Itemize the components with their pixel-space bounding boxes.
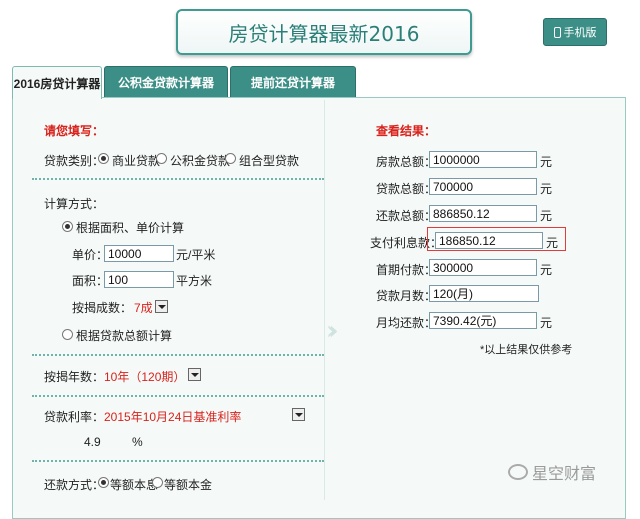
result-unit: 元 [540,263,553,277]
chevron-right-icon: ›› [326,316,338,346]
column-divider [324,100,325,500]
repay-equal-installment: 等额本息 [110,478,159,492]
result-unit: 元 [540,155,553,169]
result-loan-total[interactable]: 700000 [429,178,537,195]
watermark: 星空财富 [508,460,596,484]
result-note: *以上结果仅供参考 [480,344,573,356]
result-label-monthly: 月均还款： [376,316,437,330]
area-unit: 平方米 [176,274,213,288]
rate-value: 2015年10月24日基准利率 [104,410,242,424]
loan-type-provident: 公积金贷款 [170,154,231,168]
result-label-down-payment: 首期付款： [376,263,437,277]
tab-prepayment[interactable]: 提前还贷计算器 [230,66,356,97]
interest-highlight-box [427,227,566,251]
phone-icon [553,26,561,38]
input-section-title: 请您填写： [44,124,105,138]
result-label-months: 贷款月数： [376,289,437,303]
method-area-label: 根据面积、单价计算 [76,221,185,235]
ratio-dropdown[interactable] [155,300,168,313]
ratio-value: 7成 [134,301,153,315]
divider [32,460,324,462]
radio-equal-installment[interactable] [98,477,109,488]
loan-type-combined: 组合型贷款 [239,154,300,168]
result-down-payment[interactable]: 300000 [429,259,537,276]
radio-method-area[interactable] [62,221,73,232]
result-unit: 元 [540,316,553,330]
result-monthly[interactable]: 7390.42(元) [429,312,537,329]
unit-price-unit: 元/平米 [176,248,216,262]
area-input[interactable]: 100 [104,271,174,288]
years-value: 10年（120期） [104,370,186,384]
years-label: 按揭年数： [44,370,105,384]
tab-label: 2016房贷计算器 [13,76,101,91]
app-title-box: 房贷计算器最新2016 [176,9,472,55]
app-title: 房贷计算器最新2016 [228,21,420,46]
result-section-title: 查看结果： [376,124,437,138]
mobile-version-label: 手机版 [563,27,597,39]
rate-dropdown[interactable] [292,408,305,421]
radio-commercial-loan[interactable] [98,153,109,164]
result-unit: 元 [540,182,553,196]
radio-method-total[interactable] [62,329,73,340]
method-total-label: 根据贷款总额计算 [76,329,173,343]
radio-combined-loan[interactable] [225,153,236,164]
watermark-text: 星空财富 [532,466,597,483]
unit-price-label: 单价： [72,248,109,262]
radio-provident-loan[interactable] [156,153,167,164]
repay-equal-principal: 等额本金 [164,478,213,492]
radio-equal-principal[interactable] [152,477,163,488]
result-house-total[interactable]: 1000000 [429,151,537,168]
tab-label: 公积金贷款计算器 [117,75,214,90]
rate-label: 贷款利率： [44,410,105,424]
years-dropdown[interactable] [188,368,201,381]
mobile-version-button[interactable]: 手机版 [543,18,607,46]
loan-type-label: 贷款类别： [44,154,105,168]
result-months[interactable]: 120(月) [429,285,539,302]
calc-method-label: 计算方式： [44,197,105,211]
result-label-loan-total: 贷款总额： [376,182,437,196]
loan-type-commercial: 商业贷款 [112,154,161,168]
wechat-icon [508,464,528,480]
repay-method-label: 还款方式： [44,478,105,492]
tab-mortgage-2016[interactable]: 2016房贷计算器 [12,66,102,99]
tab-label: 提前还贷计算器 [250,75,335,90]
result-label-house-total: 房款总额： [376,155,437,169]
rate-percent: 4.9 [84,435,101,449]
unit-price-input[interactable]: 10000 [104,245,174,262]
result-unit: 元 [540,209,553,223]
divider [32,178,324,180]
rate-percent-unit: % [132,435,143,449]
divider [32,395,324,397]
tab-provident-fund[interactable]: 公积金贷款计算器 [104,66,228,97]
area-label: 面积： [72,274,109,288]
result-repay-total[interactable]: 886850.12 [429,205,537,222]
result-label-repay-total: 还款总额： [376,209,437,223]
ratio-label: 按揭成数： [72,301,133,315]
divider [32,354,324,356]
